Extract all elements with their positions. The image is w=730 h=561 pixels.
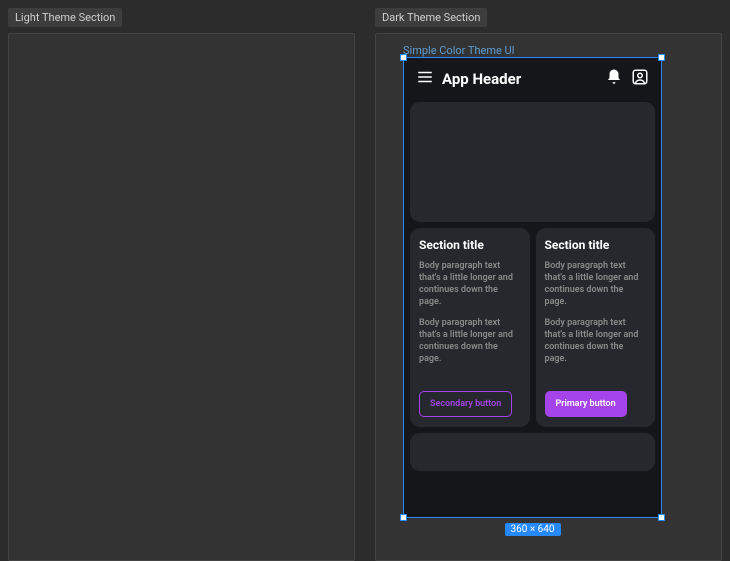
artboard-dark-mobile[interactable]: 360 × 640 App Header Section title (403, 57, 662, 518)
dark-frame[interactable]: Simple Color Theme UI 360 × 640 App Head… (375, 33, 722, 561)
dimensions-badge: 360 × 640 (504, 523, 560, 536)
card-right-body1: Body paragraph text that's a little long… (545, 260, 647, 309)
card-right[interactable]: Section title Body paragraph text that's… (536, 228, 656, 427)
frame-title[interactable]: Simple Color Theme UI (403, 44, 515, 57)
resize-handle-bottom-left[interactable] (400, 514, 407, 521)
card-left[interactable]: Section title Body paragraph text that's… (410, 228, 530, 427)
card-left-body2: Body paragraph text that's a little long… (419, 317, 521, 366)
dark-section-label: Dark Theme Section (375, 8, 487, 27)
app-header: App Header (410, 64, 655, 96)
light-theme-section: Light Theme Section (8, 8, 355, 561)
light-frame[interactable] (8, 33, 355, 561)
secondary-button[interactable]: Secondary button (419, 391, 512, 417)
app-header-title: App Header (442, 70, 597, 88)
resize-handle-top-left[interactable] (400, 54, 407, 61)
resize-handle-bottom-right[interactable] (658, 514, 665, 521)
card-left-body1: Body paragraph text that's a little long… (419, 260, 521, 309)
primary-button[interactable]: Primary button (545, 391, 627, 417)
resize-handle-top-right[interactable] (658, 54, 665, 61)
bottom-card[interactable] (410, 433, 655, 471)
card-right-body2: Body paragraph text that's a little long… (545, 317, 647, 366)
card-left-title: Section title (419, 238, 521, 252)
light-section-label: Light Theme Section (8, 8, 122, 27)
cards-row: Section title Body paragraph text that's… (410, 228, 655, 427)
bell-icon[interactable] (605, 68, 623, 90)
card-right-title: Section title (545, 238, 647, 252)
menu-icon[interactable] (416, 68, 434, 90)
hero-card[interactable] (410, 102, 655, 222)
dark-theme-section: Dark Theme Section Simple Color Theme UI… (375, 8, 722, 561)
user-icon[interactable] (631, 68, 649, 90)
